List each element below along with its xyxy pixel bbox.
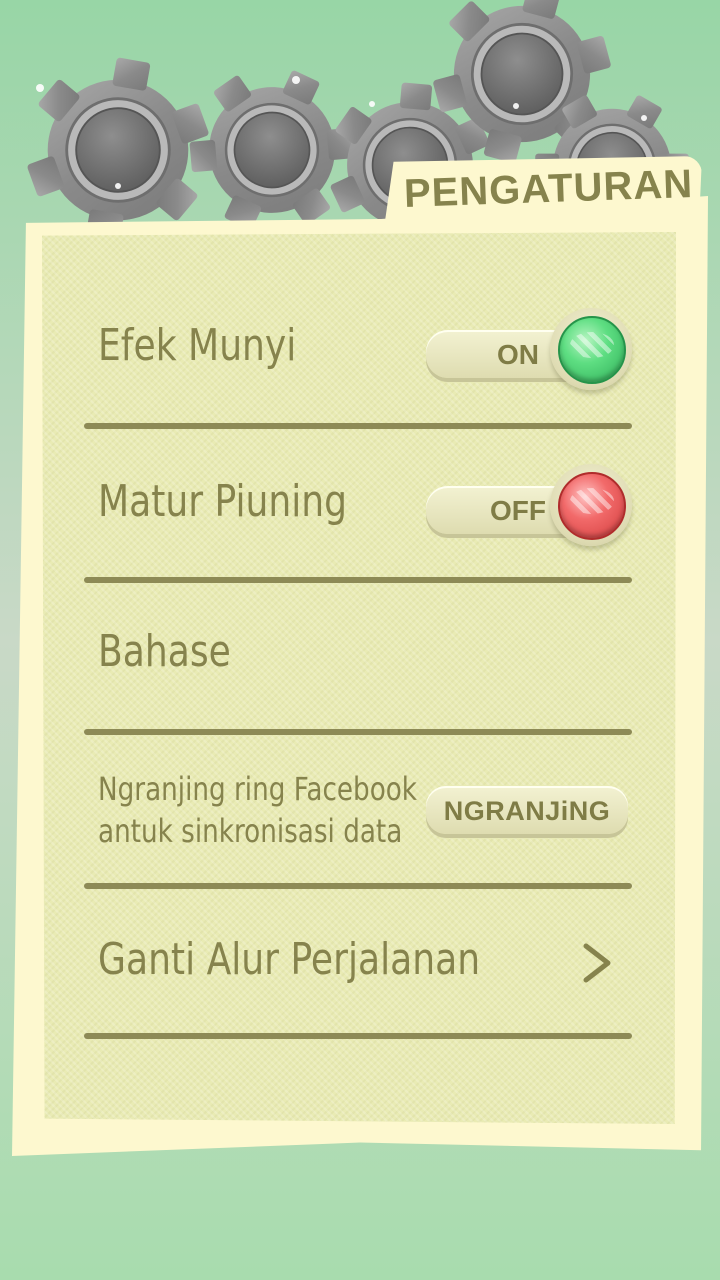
chevron-right-icon[interactable] xyxy=(578,938,618,988)
facebook-description-line1: Ngranjing ring Facebook xyxy=(98,770,417,808)
sound-effects-toggle[interactable]: ON xyxy=(426,308,632,390)
vibration-toggle[interactable]: OFF xyxy=(426,464,632,546)
toggle-knob-indicator xyxy=(558,316,626,384)
toggle-knob-indicator xyxy=(558,472,626,540)
toggle-knob-off[interactable] xyxy=(550,464,632,546)
divider xyxy=(84,729,632,735)
sound-effects-label: Efek Munyi xyxy=(98,320,297,371)
change-route-label[interactable]: Ganti Alur Perjalanan xyxy=(98,934,480,985)
divider xyxy=(84,1033,632,1039)
language-label[interactable]: Bahase xyxy=(98,626,231,677)
page-title: PENGATURAN xyxy=(403,161,694,216)
vibration-label: Matur Piuning xyxy=(98,476,348,527)
facebook-description-line2: antuk sinkronisasi data xyxy=(98,812,403,850)
divider xyxy=(84,577,632,583)
divider xyxy=(84,423,632,429)
divider xyxy=(84,883,632,889)
facebook-connect-button[interactable]: NGRANJiNG xyxy=(426,786,628,834)
toggle-knob-on[interactable] xyxy=(550,308,632,390)
